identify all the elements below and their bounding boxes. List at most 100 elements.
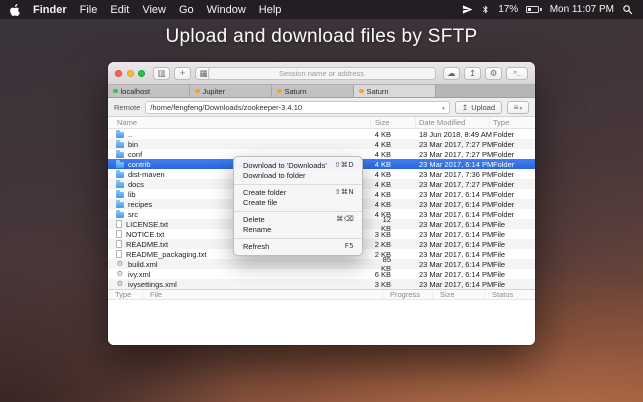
session-address-field[interactable]: Session name or address	[208, 67, 436, 80]
menu-item-help[interactable]: Help	[259, 4, 282, 16]
transfer-column-progress[interactable]: Progress	[383, 290, 433, 299]
session-tab-jupiter-1[interactable]: Jupiter	[190, 85, 272, 97]
minimize-button[interactable]	[127, 70, 134, 77]
file-modified: 23 Mar 2017, 6:14 PM	[416, 220, 490, 229]
app-menu-name[interactable]: Finder	[33, 4, 67, 16]
file-icon	[116, 230, 122, 238]
menu-item-label: Download to folder	[243, 171, 306, 180]
context-menu-item[interactable]: Download to 'Downloads'⇧⌘D	[234, 160, 362, 171]
transfer-column-file[interactable]: File	[143, 290, 383, 299]
file-type: Folder	[490, 210, 535, 219]
file-row[interactable]: ⚙build.xml85 KB23 Mar 2017, 6:14 PMFile	[108, 259, 535, 269]
context-menu-item[interactable]: RefreshF5	[234, 241, 362, 252]
tab-label: Saturn	[285, 87, 307, 96]
file-row[interactable]: ⚙ivy.xml6 KB23 Mar 2017, 6:14 PMFile	[108, 269, 535, 279]
tab-status-dot	[277, 89, 282, 94]
file-type: Folder	[490, 140, 535, 149]
menu-item-file[interactable]: File	[80, 4, 98, 16]
file-type: File	[490, 250, 535, 259]
file-icon	[116, 220, 122, 228]
share-upload-button[interactable]	[464, 67, 481, 80]
file-name: docs	[128, 180, 144, 189]
file-size: 4 KB	[371, 200, 416, 209]
remote-path-field[interactable]: /home/fengfeng/Downloads/zookeeper-3.4.1…	[145, 101, 450, 114]
upload-button-label: Upload	[471, 103, 495, 112]
menu-item-label: Rename	[243, 225, 271, 234]
file-modified: 23 Mar 2017, 7:27 PM	[416, 180, 490, 189]
menu-item-edit[interactable]: Edit	[110, 4, 129, 16]
file-name: contrib	[128, 160, 151, 169]
new-session-button[interactable]	[174, 67, 191, 80]
xml-icon: ⚙	[116, 270, 124, 278]
upload-arrow-icon	[462, 103, 468, 112]
column-header-type[interactable]: Type	[490, 117, 535, 128]
file-name: NOTICE.txt	[126, 230, 164, 239]
file-size: 3 KB	[371, 280, 416, 289]
context-menu-item[interactable]: Create file	[234, 198, 362, 209]
zoom-button[interactable]	[138, 70, 145, 77]
file-name: ..	[128, 130, 132, 139]
menu-item-go[interactable]: Go	[179, 4, 194, 16]
context-menu-item[interactable]: Rename	[234, 225, 362, 236]
menu-separator	[234, 211, 362, 212]
menu-item-shortcut: ⌘⌫	[336, 215, 354, 223]
file-type: Folder	[490, 200, 535, 209]
context-menu-item[interactable]: Create folder⇧⌘N	[234, 187, 362, 198]
session-tab-saturn-2[interactable]: Saturn	[272, 85, 354, 97]
menu-item-label: Download to 'Downloads'	[243, 161, 327, 170]
remote-path-bar: Remote /home/fengfeng/Downloads/zookeepe…	[108, 98, 535, 117]
file-modified: 23 Mar 2017, 6:14 PM	[416, 280, 490, 289]
bluetooth-icon[interactable]	[481, 4, 490, 15]
battery-fill	[528, 8, 531, 11]
file-modified: 23 Mar 2017, 7:36 PM	[416, 170, 490, 179]
transfer-column-size[interactable]: Size	[433, 290, 485, 299]
folder-icon	[116, 202, 124, 208]
session-tab-localhost-0[interactable]: localhost	[108, 85, 190, 97]
file-name-cell: ⚙build.xml	[108, 260, 371, 269]
apple-menu-icon[interactable]	[10, 4, 20, 16]
transfer-column-status[interactable]: Status	[485, 290, 535, 299]
file-icon	[116, 250, 122, 258]
file-type: Folder	[490, 170, 535, 179]
upload-button[interactable]: Upload	[455, 101, 502, 114]
menu-separator	[234, 238, 362, 239]
menu-item-view[interactable]: View	[142, 4, 166, 16]
file-size: 4 KB	[371, 170, 416, 179]
file-row[interactable]: bin4 KB23 Mar 2017, 7:27 PMFolder	[108, 139, 535, 149]
session-tab-saturn-3[interactable]: Saturn	[354, 85, 436, 97]
file-name: README_packaging.txt	[126, 250, 206, 259]
context-menu-item[interactable]: Delete⌘⌫	[234, 214, 362, 225]
spotlight-search-icon[interactable]	[622, 4, 633, 15]
column-header-size[interactable]: Size	[371, 117, 416, 128]
transfer-column-type[interactable]: Type	[108, 290, 143, 299]
context-menu-item[interactable]: Download to folder	[234, 171, 362, 182]
file-modified: 23 Mar 2017, 7:27 PM	[416, 150, 490, 159]
file-modified: 23 Mar 2017, 6:14 PM	[416, 190, 490, 199]
file-name: ivysettings.xml	[128, 280, 177, 289]
list-options-button[interactable]	[507, 101, 529, 114]
terminal-button[interactable]	[506, 67, 528, 80]
file-modified: 23 Mar 2017, 6:14 PM	[416, 240, 490, 249]
battery-icon[interactable]	[526, 6, 542, 13]
file-size: 4 KB	[371, 180, 416, 189]
file-size: 4 KB	[371, 190, 416, 199]
xml-icon: ⚙	[116, 280, 124, 288]
settings-gear-button[interactable]	[485, 67, 502, 80]
xml-icon: ⚙	[116, 260, 124, 268]
file-row[interactable]: ⚙ ivysettings.xml 3 KB23 Mar 2017, 6:14 PM…	[108, 279, 535, 289]
path-dropdown-chevron-icon[interactable]	[442, 103, 445, 112]
paper-plane-icon[interactable]	[462, 4, 473, 15]
column-header-date-modified[interactable]: Date Modified	[416, 117, 490, 128]
file-row[interactable]: ..4 KB18 Jun 2018, 8:49 AMFolder	[108, 129, 535, 139]
cloud-sync-button[interactable]	[443, 67, 460, 80]
file-name-cell: ⚙ ivysettings.xml	[108, 280, 371, 289]
folder-icon	[116, 182, 124, 188]
window-toolbar: Session name or address	[108, 62, 535, 85]
toolbar-right-group	[443, 67, 528, 80]
menu-item-shortcut: F5	[345, 242, 354, 250]
close-button[interactable]	[115, 70, 122, 77]
column-header-name[interactable]: Name	[108, 117, 371, 128]
menu-item-window[interactable]: Window	[207, 4, 246, 16]
menu-bar-clock[interactable]: Mon 11:07 PM	[550, 4, 614, 15]
view-columns-button[interactable]	[153, 67, 170, 80]
